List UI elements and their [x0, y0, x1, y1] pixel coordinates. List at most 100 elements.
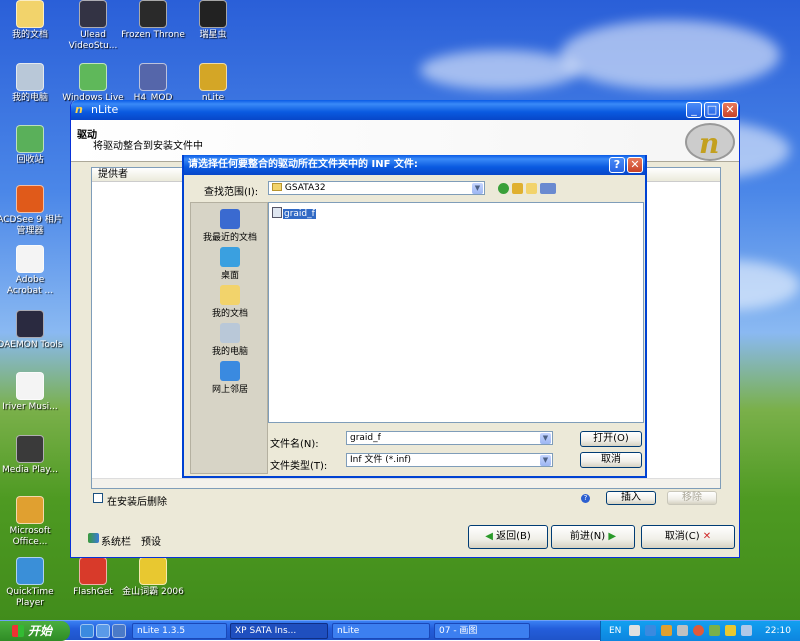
close-button[interactable]: ✕: [722, 102, 738, 118]
new-folder-icon[interactable]: [526, 183, 537, 194]
file-item[interactable]: graid_f: [272, 207, 316, 219]
remove-button[interactable]: 移除: [667, 491, 717, 505]
frozen-throne-icon: [139, 0, 167, 28]
place-my-computer[interactable]: 我的电脑: [191, 323, 269, 357]
desktop-icon-item[interactable]: 回收站: [0, 125, 63, 166]
kingsoft-icon: [139, 557, 167, 585]
desktop-icon-item[interactable]: nLite: [180, 63, 246, 104]
desktop-icon-label: ACDSee 9 相片管理器: [0, 215, 63, 236]
flashget-icon: [79, 557, 107, 585]
dialog-help-button[interactable]: ?: [609, 157, 625, 173]
nlite-titlebar[interactable]: n nLite _ □ ✕: [71, 100, 739, 120]
filename-input[interactable]: graid_f ▼: [346, 431, 553, 445]
desktop-icon-label: QuickTime Player: [6, 587, 54, 608]
desktop-icon-item[interactable]: DAEMON Tools: [0, 310, 63, 351]
my-computer-icon: [16, 63, 44, 91]
nlite-title: nLite: [91, 103, 119, 116]
place-recent-documents[interactable]: 我最近的文档: [191, 209, 269, 243]
desktop-icon-item[interactable]: Frozen Throne: [120, 0, 186, 41]
taskbar-item[interactable]: nLite: [332, 623, 430, 639]
header-subtitle: 将驱动整合到安装文件中: [93, 141, 203, 152]
desktop: 我的文档 Ulead VideoStu... Frozen Throne 瑞星虫我的电…: [0, 0, 800, 640]
file-list[interactable]: graid_f: [268, 202, 644, 423]
tray-icon-5[interactable]: [693, 625, 704, 636]
desktop-icon-label: Microsoft Office...: [9, 526, 51, 547]
tray-icon-7[interactable]: [725, 625, 736, 636]
delete-after-install-checkbox[interactable]: [93, 493, 103, 503]
desktop-icon-item[interactable]: Microsoft Office...: [0, 496, 63, 548]
back-button[interactable]: ◀ 返回(B): [468, 525, 548, 549]
maximize-button[interactable]: □: [704, 102, 720, 118]
next-button[interactable]: 前进(N) ▶: [551, 525, 635, 549]
desktop-icon-item[interactable]: H4_MOD: [120, 63, 186, 104]
minimize-button[interactable]: _: [686, 102, 702, 118]
open-button[interactable]: 打开(O): [580, 431, 642, 447]
preset-label[interactable]: 预设: [141, 533, 161, 548]
desktop-icon-item[interactable]: FlashGet: [60, 557, 126, 598]
places-bar: 我最近的文档桌面我的文档我的电脑网上邻居: [190, 202, 268, 474]
desktop-icon-item[interactable]: 我的电脑: [0, 63, 63, 104]
volume-icon[interactable]: [677, 625, 688, 636]
nlite-title-icon: n: [75, 103, 83, 116]
place-my-documents[interactable]: 我的文档: [191, 285, 269, 319]
help-icon[interactable]: ?: [581, 494, 590, 503]
inf-file-icon: [272, 207, 282, 218]
desktop-icon-item[interactable]: ACDSee 9 相片管理器: [0, 185, 63, 237]
clock[interactable]: 22:10: [765, 621, 791, 641]
tray-icon-8[interactable]: [741, 625, 752, 636]
tray-icon-1[interactable]: [629, 625, 640, 636]
lookin-combo[interactable]: GSATA32 ▼: [268, 181, 485, 195]
desktop-icon-item[interactable]: 金山词霸 2006: [120, 557, 186, 598]
insert-button[interactable]: 插入: [606, 491, 656, 505]
desktop-icon-label: 我的文档: [11, 30, 48, 40]
my-documents-icon: [220, 285, 240, 305]
toolbar-label[interactable]: 系统栏: [101, 533, 131, 548]
quicklaunch-media-icon[interactable]: [112, 624, 126, 638]
desktop-icon-item[interactable]: 我的文档: [0, 0, 63, 41]
dialog-cancel-button[interactable]: 取消: [580, 452, 642, 468]
quicktime-icon: [16, 557, 44, 585]
desktop-icon-item[interactable]: 瑞星虫: [180, 0, 246, 41]
my-computer-icon: [220, 323, 240, 343]
desktop-icon-item[interactable]: Adobe Acrobat ...: [0, 245, 63, 297]
desktop-icon-item[interactable]: Media Play...: [0, 435, 63, 476]
up-folder-icon[interactable]: [512, 183, 523, 194]
filetype-select[interactable]: Inf 文件 (*.inf) ▼: [346, 453, 553, 467]
taskbar-item[interactable]: XP SATA Ins...: [230, 623, 328, 639]
nlite-logo-icon: n: [685, 123, 735, 161]
filetype-label: 文件类型(T):: [270, 461, 328, 472]
my-documents-icon: [16, 0, 44, 28]
desktop-icon-item[interactable]: QuickTime Player: [0, 557, 63, 609]
taskbar: 开始 nLite 1.3.5 XP SATA Ins... nLite 07 - 画图…: [0, 620, 800, 641]
toolbar-icon[interactable]: [88, 533, 99, 543]
place-label: 我最近的文档: [202, 233, 257, 243]
horizontal-scrollbar[interactable]: [92, 478, 720, 488]
back-nav-icon[interactable]: [498, 183, 509, 194]
dialog-titlebar[interactable]: 请选择任何要整合的驱动所在文件夹中的 INF 文件: ? ✕: [184, 155, 645, 175]
tray-icon-3[interactable]: [661, 625, 672, 636]
acrobat-icon: [16, 245, 44, 273]
dialog-close-button[interactable]: ✕: [627, 157, 643, 173]
place-desktop[interactable]: 桌面: [191, 247, 269, 281]
media-player-icon: [16, 435, 44, 463]
view-menu-icon[interactable]: [540, 183, 556, 194]
tray-icon-2[interactable]: [645, 625, 656, 636]
taskbar-item[interactable]: nLite 1.3.5: [132, 623, 227, 639]
desktop-icon-label: 瑞星虫: [199, 30, 227, 40]
next-icon: ▶: [605, 531, 617, 542]
taskbar-item[interactable]: 07 - 画图: [434, 623, 530, 639]
network-places-icon: [220, 361, 240, 381]
tray-icon-6[interactable]: [709, 625, 720, 636]
delete-after-install-label: 在安装后删除: [107, 497, 167, 508]
quicklaunch-desktop-icon[interactable]: [96, 624, 110, 638]
desktop-icon-item[interactable]: Ulead VideoStu...: [60, 0, 126, 52]
lookin-label: 查找范围(I):: [204, 187, 259, 198]
quicklaunch-ie-icon[interactable]: [80, 624, 94, 638]
cancel-button[interactable]: 取消(C) ✕: [641, 525, 735, 549]
place-label: 网上邻居: [211, 385, 248, 395]
place-network-places[interactable]: 网上邻居: [191, 361, 269, 395]
desktop-icon-label: DAEMON Tools: [0, 340, 63, 350]
start-button[interactable]: 开始: [0, 621, 70, 641]
language-indicator[interactable]: EN: [609, 621, 621, 641]
desktop-icon-item[interactable]: Iriver Musi...: [0, 372, 63, 413]
